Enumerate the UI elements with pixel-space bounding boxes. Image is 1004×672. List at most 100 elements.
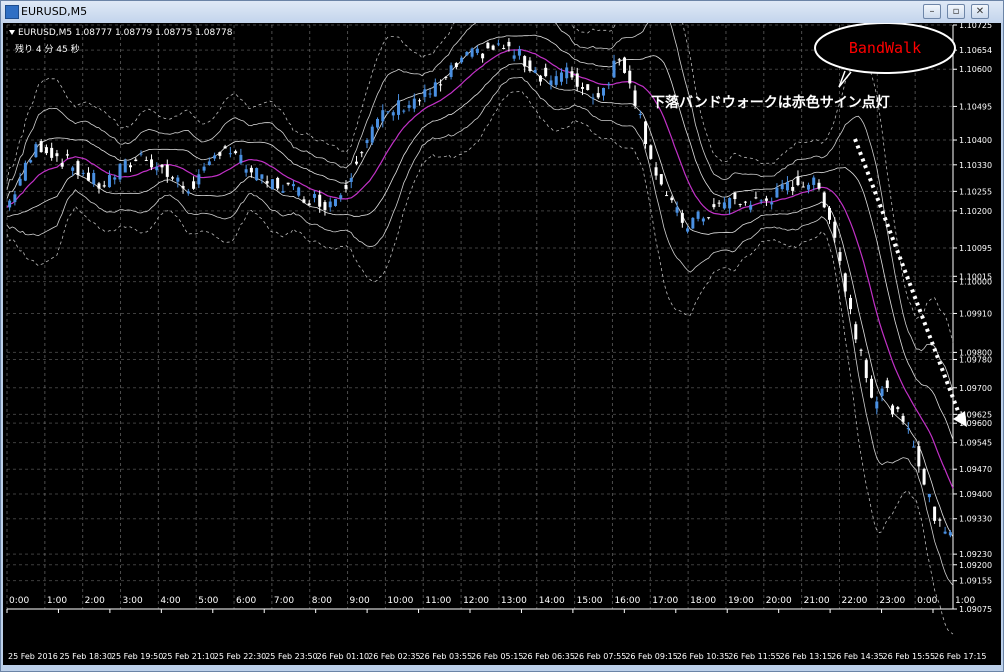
candle-body bbox=[843, 273, 847, 292]
bottom-time-label: 25 Feb 21:10 bbox=[162, 652, 214, 661]
candle-body bbox=[139, 153, 143, 155]
candle-body bbox=[328, 201, 332, 208]
candle-body bbox=[344, 184, 348, 189]
top-time-label: 14:00 bbox=[539, 596, 565, 606]
candle-body bbox=[470, 48, 474, 57]
top-time-label: 9:00 bbox=[350, 596, 370, 606]
candle-body bbox=[360, 152, 364, 154]
candle-body bbox=[86, 172, 90, 181]
top-time-label: 20:00 bbox=[766, 596, 792, 606]
candle-body bbox=[759, 200, 763, 202]
price-chart[interactable]: 0:00 1:00 2:00 3:00 4:00 5:00 6:00 7:00 8:00 9:00… bbox=[3, 23, 1001, 665]
candle-body bbox=[512, 55, 516, 59]
candle-body bbox=[948, 532, 952, 536]
bottom-time-label: 26 Feb 05:15 bbox=[471, 652, 523, 661]
candle-body bbox=[875, 401, 879, 409]
minimize-button[interactable]: – bbox=[923, 4, 941, 19]
candle-body bbox=[44, 147, 48, 154]
bottom-time-label: 25 Feb 23:50 bbox=[265, 652, 317, 661]
candle-body bbox=[76, 161, 80, 176]
candle-body bbox=[544, 67, 548, 77]
dropdown-triangle-icon[interactable] bbox=[9, 30, 15, 35]
candle-body bbox=[402, 110, 406, 112]
candle-body bbox=[291, 184, 295, 187]
price-label: 1.09700 bbox=[959, 384, 992, 393]
candle-body bbox=[533, 69, 537, 73]
bottom-time-label: 26 Feb 02:35 bbox=[368, 652, 420, 661]
candle-body bbox=[423, 89, 427, 97]
candle-body bbox=[680, 213, 684, 223]
top-time-label: 6:00 bbox=[236, 596, 256, 606]
candle-body bbox=[297, 187, 301, 196]
candle-body bbox=[644, 121, 648, 144]
top-time-label: 3:00 bbox=[123, 596, 143, 606]
close-button[interactable]: ✕ bbox=[971, 4, 989, 19]
candle-body bbox=[244, 169, 248, 173]
candle-body bbox=[407, 105, 411, 108]
candle-body bbox=[927, 493, 931, 498]
candle-body bbox=[150, 159, 154, 168]
candle-body bbox=[286, 182, 290, 185]
candle-body bbox=[260, 174, 264, 179]
candle-body bbox=[496, 43, 500, 45]
candle-body bbox=[439, 84, 443, 86]
candlestick-chart[interactable]: 0:00 1:00 2:00 3:00 4:00 5:00 6:00 7:00 8:00 9:00… bbox=[3, 23, 1001, 665]
candle-body bbox=[97, 183, 101, 189]
candle-body bbox=[486, 42, 490, 49]
bottom-time-label: 26 Feb 03:55 bbox=[420, 652, 472, 661]
price-label: 1.09330 bbox=[959, 515, 992, 524]
maximize-button[interactable]: ▫ bbox=[947, 4, 965, 19]
candle-body bbox=[107, 175, 111, 188]
candle-body bbox=[186, 191, 190, 194]
candle-body bbox=[118, 163, 122, 180]
candle-body bbox=[318, 194, 322, 207]
candle-body bbox=[502, 47, 506, 49]
top-time-label: 15:00 bbox=[577, 596, 603, 606]
candle-body bbox=[213, 155, 217, 159]
price-label: 1.10654 bbox=[959, 46, 992, 55]
candle-body bbox=[123, 160, 127, 173]
price-label: 1.10495 bbox=[959, 102, 992, 111]
candle-body bbox=[754, 197, 758, 199]
title-bar[interactable]: EURUSD,M5 – ▫ ✕ bbox=[1, 1, 1003, 23]
candle-body bbox=[617, 59, 621, 61]
candle-body bbox=[728, 198, 732, 209]
candle-body bbox=[686, 228, 690, 232]
candle-body bbox=[339, 195, 343, 199]
terminal-window: EURUSD,M5 – ▫ ✕ 0:00 1:00 2:00 3:00 4:00 5:00… bbox=[0, 0, 1004, 672]
candle-body bbox=[654, 167, 658, 176]
top-time-label: 1:00 bbox=[47, 596, 67, 606]
candle-body bbox=[29, 160, 33, 163]
chart-window-icon bbox=[5, 5, 19, 19]
bottom-time-label: 25 Feb 22:30 bbox=[214, 652, 266, 661]
candle-body bbox=[433, 82, 437, 97]
candle-body bbox=[912, 446, 916, 448]
bottom-time-label: 25 Feb 2016 bbox=[8, 652, 58, 661]
candle-body bbox=[50, 147, 54, 158]
candle-body bbox=[743, 201, 747, 203]
candle-body bbox=[696, 211, 700, 219]
top-time-label: 18:00 bbox=[690, 596, 716, 606]
candle-body bbox=[770, 202, 774, 205]
bandwalk-label: BandWalk bbox=[849, 39, 921, 57]
candle-body bbox=[717, 202, 721, 204]
top-time-label: 13:00 bbox=[501, 596, 527, 606]
bollinger-lower-1sigma bbox=[7, 63, 954, 538]
top-time-label: 19:00 bbox=[728, 596, 754, 606]
candle-body bbox=[791, 186, 795, 191]
candle-body bbox=[81, 172, 85, 174]
bollinger-lower-3sigma bbox=[6, 91, 954, 635]
top-time-label: 0:00 bbox=[9, 596, 29, 606]
candle-body bbox=[806, 184, 810, 190]
candle-body bbox=[638, 113, 642, 115]
candle-body bbox=[938, 519, 942, 521]
price-label: 1.09780 bbox=[959, 355, 992, 364]
candle-body bbox=[181, 185, 185, 189]
candle-body bbox=[864, 360, 868, 378]
top-time-label: 21:00 bbox=[804, 596, 830, 606]
candle-body bbox=[922, 468, 926, 485]
candle-body bbox=[528, 60, 532, 71]
candle-body bbox=[444, 76, 448, 78]
candle-body bbox=[349, 178, 353, 182]
candle-body bbox=[365, 140, 369, 144]
